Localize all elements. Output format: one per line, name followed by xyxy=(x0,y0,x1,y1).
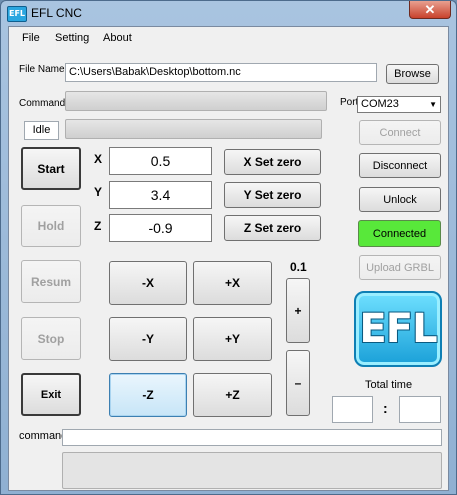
y-set-zero-button[interactable]: Y Set zero xyxy=(224,182,321,208)
browse-button[interactable]: Browse xyxy=(386,64,439,84)
x-set-zero-button[interactable]: X Set zero xyxy=(224,149,321,175)
start-button[interactable]: Start xyxy=(21,147,81,190)
title-bar: EFL EFL CNC ✕ xyxy=(1,1,456,25)
jog-minus-y-button[interactable]: -Y xyxy=(109,317,187,361)
connected-status-button[interactable]: Connected xyxy=(358,220,441,247)
hold-button[interactable]: Hold xyxy=(21,205,81,247)
z-coordinate-field[interactable]: -0.9 xyxy=(109,214,212,242)
unlock-button[interactable]: Unlock xyxy=(359,187,441,212)
jog-plus-x-button[interactable]: +X xyxy=(193,261,272,305)
menu-about[interactable]: About xyxy=(103,32,132,44)
jog-plus-y-button[interactable]: +Y xyxy=(193,317,272,361)
step-size-value: 0.1 xyxy=(290,260,307,274)
menu-bar: File Setting About xyxy=(9,27,448,49)
command-display-bar xyxy=(65,91,327,111)
jog-plus-z-button[interactable]: +Z xyxy=(193,373,272,417)
file-path-field[interactable]: C:\Users\Babak\Desktop\bottom.nc xyxy=(65,63,377,82)
y-axis-label: Y xyxy=(94,185,103,199)
status-field: Idle xyxy=(24,121,59,140)
disconnect-button[interactable]: Disconnect xyxy=(359,153,441,178)
y-coordinate-field[interactable]: 3.4 xyxy=(109,181,212,209)
command-input-label: command xyxy=(19,430,68,442)
z-set-zero-button[interactable]: Z Set zero xyxy=(224,215,321,241)
z-axis-label: Z xyxy=(94,219,102,233)
step-decrease-button[interactable]: – xyxy=(286,350,310,416)
console-output xyxy=(62,452,442,489)
step-increase-button[interactable]: + xyxy=(286,278,310,343)
exit-button[interactable]: Exit xyxy=(21,373,81,416)
efl-logo: EFL xyxy=(354,291,442,367)
x-axis-label: X xyxy=(94,152,103,166)
close-button[interactable]: ✕ xyxy=(409,1,451,19)
port-select[interactable]: COM23 ▼ xyxy=(357,96,441,113)
total-time-label: Total time xyxy=(365,379,413,391)
jog-minus-x-button[interactable]: -X xyxy=(109,261,187,305)
upload-grbl-button[interactable]: Upload GRBL xyxy=(359,255,441,280)
time-minutes-field xyxy=(332,396,373,423)
file-name-label: File Name xyxy=(19,64,65,75)
jog-minus-z-button[interactable]: -Z xyxy=(109,373,187,417)
command-input[interactable] xyxy=(62,429,442,446)
port-value: COM23 xyxy=(361,98,399,110)
menu-file[interactable]: File xyxy=(22,32,40,44)
chevron-down-icon: ▼ xyxy=(429,100,437,109)
client-area: File Setting About File Name C:\Users\Ba… xyxy=(8,26,449,491)
connect-button[interactable]: Connect xyxy=(359,120,441,145)
app-icon: EFL xyxy=(7,6,27,22)
resume-button[interactable]: Resum xyxy=(21,260,81,303)
x-coordinate-field[interactable]: 0.5 xyxy=(109,147,212,175)
time-seconds-field xyxy=(399,396,441,423)
command-label: Command xyxy=(19,98,66,109)
app-window: EFL EFL CNC ✕ File Setting About File Na… xyxy=(0,0,457,495)
progress-bar xyxy=(65,119,322,139)
time-separator: : xyxy=(383,400,388,416)
window-title: EFL CNC xyxy=(31,6,82,20)
stop-button[interactable]: Stop xyxy=(21,317,81,360)
menu-setting[interactable]: Setting xyxy=(55,32,89,44)
port-label: Port xyxy=(340,97,359,108)
